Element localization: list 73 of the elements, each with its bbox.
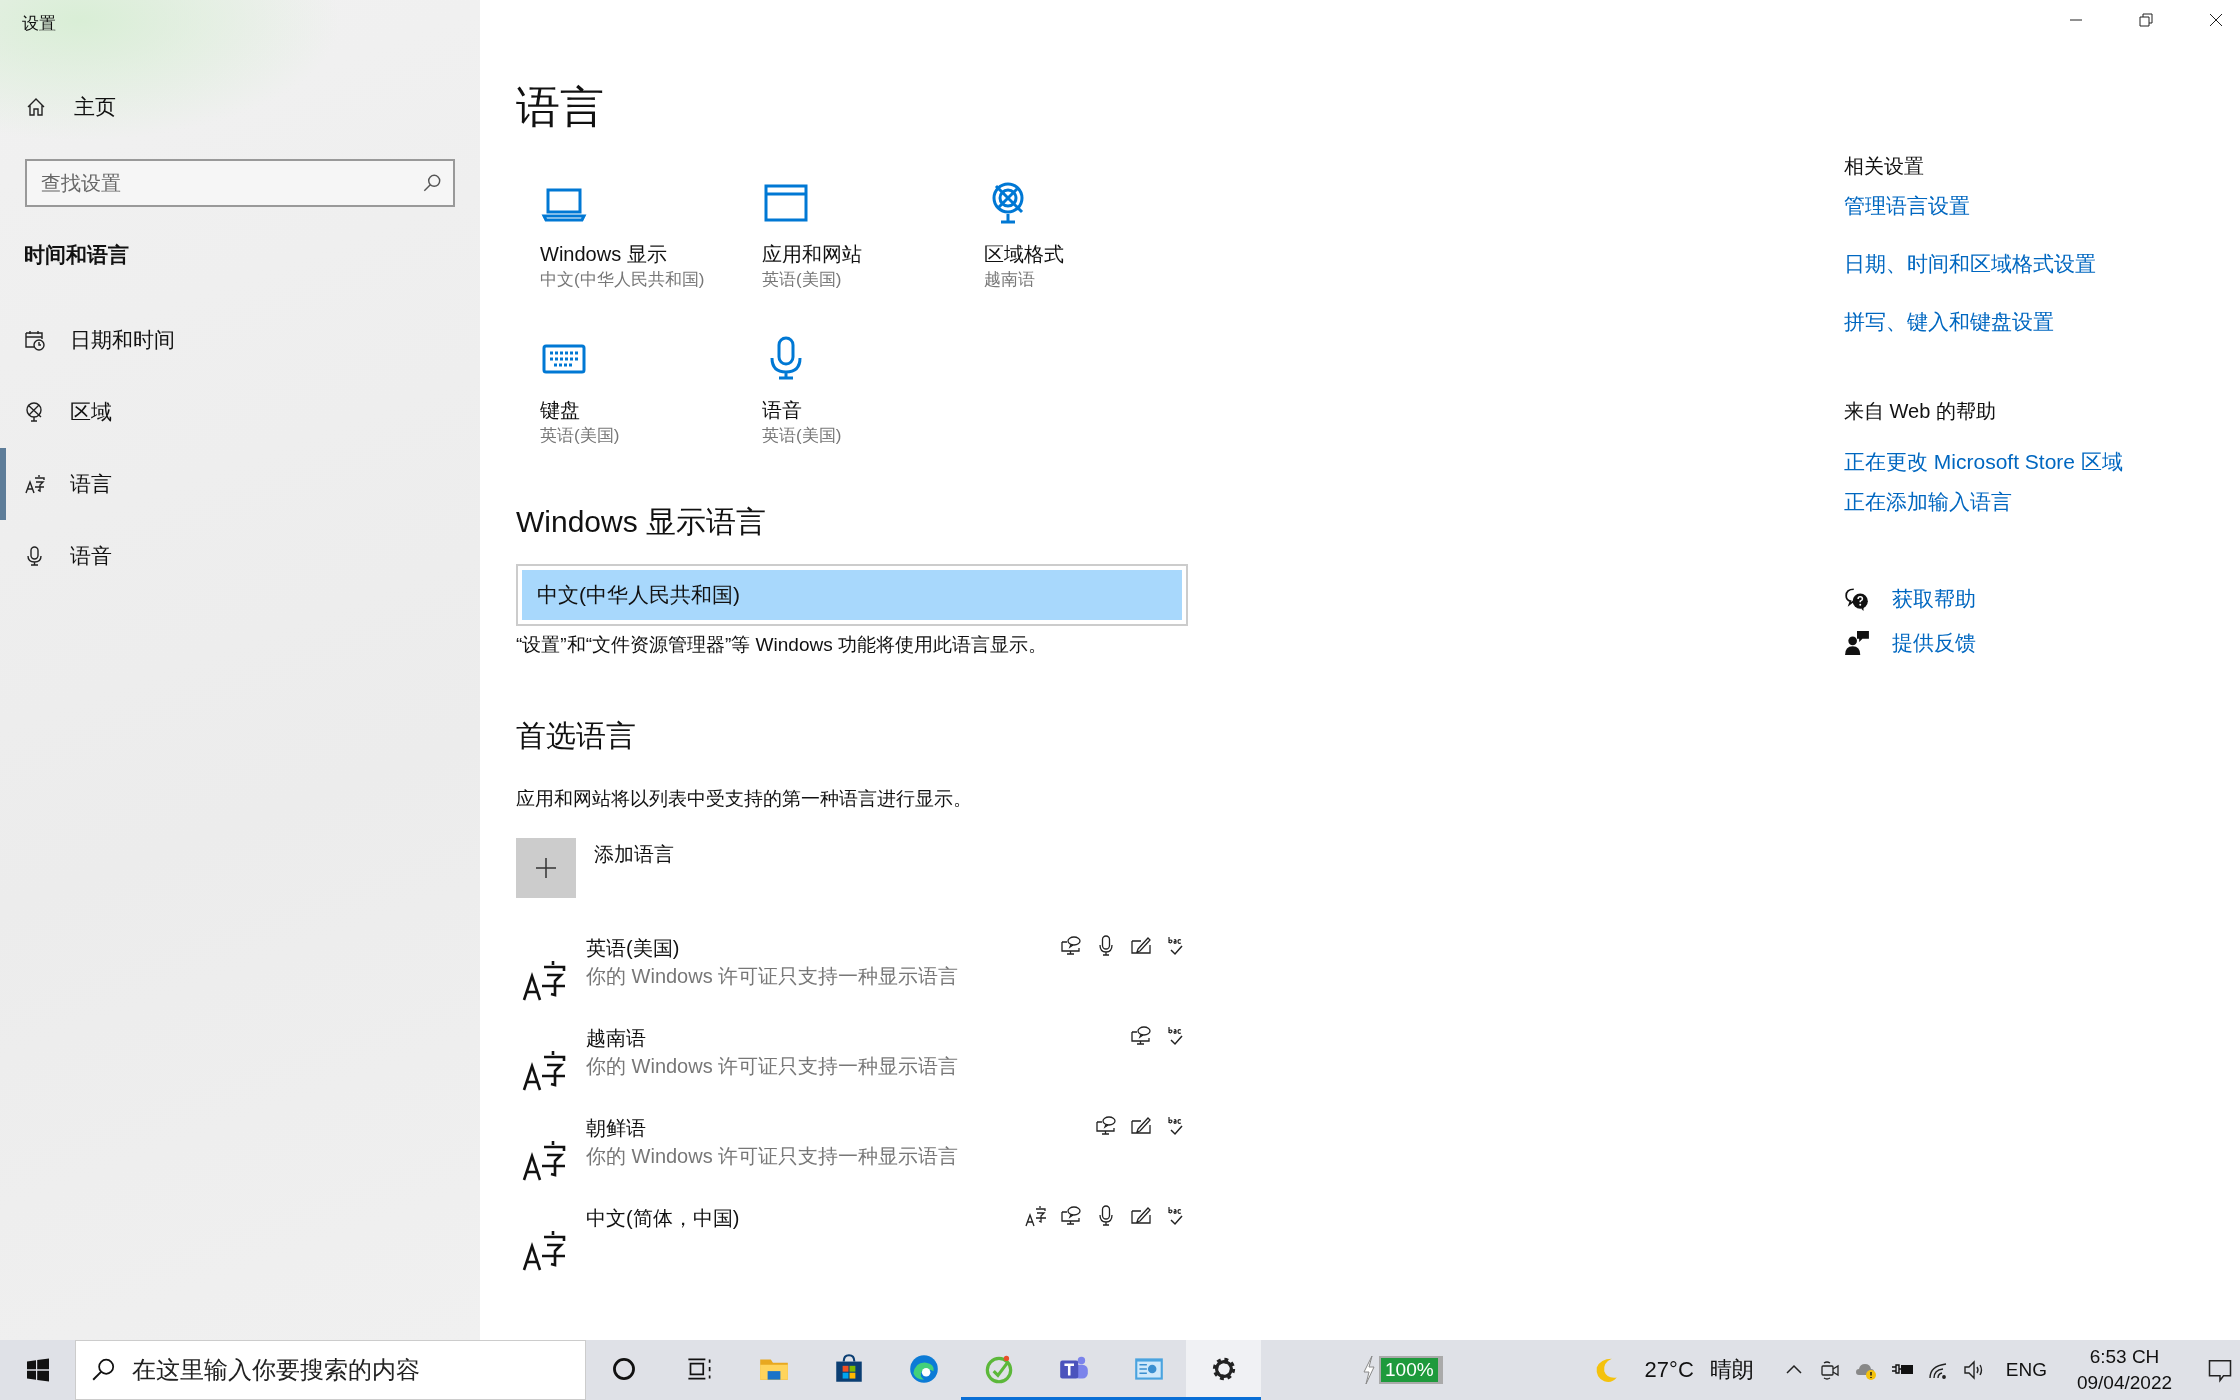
search-field[interactable]: 查找设置 <box>25 159 455 207</box>
input-language[interactable]: ENG <box>2005 1359 2047 1381</box>
language-item[interactable]: 越南语 你的 Windows 许可证只支持一种显示语言 <box>516 1014 1188 1104</box>
tile-label: 区域格式 <box>984 242 1064 267</box>
clock-date[interactable]: 09/04/2022 <box>2076 1370 2173 1396</box>
section-heading: 首选语言 <box>516 718 637 754</box>
tile-value: 英语(美国) <box>762 269 842 291</box>
language-note: 你的 Windows 许可证只支持一种显示语言 <box>586 1054 960 1079</box>
add-language-label[interactable]: 添加语言 <box>594 841 674 868</box>
settings-link[interactable]: 日期、时间和区域格式设置 <box>1844 249 2096 279</box>
language-item[interactable]: 英语(美国) 你的 Windows 许可证只支持一种显示语言 <box>516 924 1188 1014</box>
tile-label: 键盘 <box>540 398 580 423</box>
support-link[interactable]: 获取帮助 <box>1892 585 1976 613</box>
windows-logo-icon <box>25 1358 50 1382</box>
restore-icon[interactable] <box>2136 10 2156 30</box>
tile-value: 越南语 <box>984 269 1035 291</box>
search-icon <box>421 172 443 194</box>
charging-icon <box>1361 1354 1377 1386</box>
tile-value: 英语(美国) <box>540 425 620 447</box>
clock-time[interactable]: 6:53 CH <box>2089 1344 2160 1370</box>
battery-level[interactable]: 100% <box>1379 1356 1443 1384</box>
nav-item[interactable]: 日期和时间 <box>0 304 480 376</box>
settings-link[interactable]: 管理语言设置 <box>1844 191 1970 221</box>
tile-label: 语音 <box>762 398 802 423</box>
tile-label: 应用和网站 <box>762 242 862 267</box>
language-icon <box>24 473 46 495</box>
support-link[interactable]: 提供反馈 <box>1892 629 1976 657</box>
language-name: 英语(美国) <box>586 936 681 961</box>
section-heading: Windows 显示语言 <box>516 504 768 540</box>
nav-item[interactable]: 语音 <box>0 520 480 592</box>
window-title: 设置 <box>21 13 56 35</box>
display-speech-icon <box>1059 1204 1083 1228</box>
display-speech-icon <box>1094 1114 1118 1138</box>
language-icon <box>1024 1204 1048 1228</box>
home-link[interactable]: 主页 <box>26 85 116 129</box>
weather-condition[interactable]: 晴朗 <box>1709 1355 1754 1385</box>
home-icon <box>26 97 46 117</box>
language-icon <box>522 1138 566 1182</box>
settings-icon[interactable] <box>1186 1340 1261 1400</box>
taskbar-search-field[interactable]: 在这里输入你要搜索的内容 <box>75 1340 586 1400</box>
help-link[interactable]: 正在添加输入语言 <box>1844 487 2012 517</box>
language-name: 越南语 <box>586 1026 647 1051</box>
language-icon <box>522 1048 566 1092</box>
language-name: 朝鲜语 <box>586 1116 647 1141</box>
language-icon <box>522 958 566 1002</box>
add-language-button[interactable] <box>516 838 576 898</box>
display-speech-icon <box>1129 1024 1153 1048</box>
language-note: 你的 Windows 许可证只支持一种显示语言 <box>586 1144 960 1169</box>
language-icon <box>522 1228 566 1272</box>
section-title: 时间和语言 <box>24 242 129 268</box>
web-help-heading: 来自 Web 的帮助 <box>1844 399 1996 424</box>
tile-value: 中文(中华人民共和国) <box>540 269 705 291</box>
tile-label: Windows 显示 <box>540 242 667 267</box>
language-name: 中文(简体，中国) <box>586 1206 741 1231</box>
plus-icon <box>534 856 558 880</box>
language-item[interactable]: 中文(简体，中国) <box>516 1194 1188 1284</box>
search-icon <box>91 1357 117 1383</box>
nav-item[interactable]: 区域 <box>0 376 480 448</box>
display-language-note: “设置”和“文件资源管理器”等 Windows 功能将使用此语言显示。 <box>516 633 1048 657</box>
help-bubble-icon <box>1844 586 1870 612</box>
preferred-description: 应用和网站将以列表中受支持的第一种语言进行显示。 <box>516 787 973 811</box>
settings-link[interactable]: 拼写、键入和键盘设置 <box>1844 307 2054 337</box>
language-note: 你的 Windows 许可证只支持一种显示语言 <box>586 964 960 989</box>
tile-value: 英语(美国) <box>762 425 842 447</box>
calendar-clock-icon <box>24 329 46 351</box>
language-item[interactable]: 朝鲜语 你的 Windows 许可证只支持一种显示语言 <box>516 1104 1188 1194</box>
feedback-person-icon <box>1844 630 1870 656</box>
help-link[interactable]: 正在更改 Microsoft Store 区域 <box>1844 447 2123 477</box>
weather-temperature[interactable]: 27°C <box>1644 1357 1694 1383</box>
display-speech-icon <box>1059 934 1083 958</box>
language-dropdown[interactable]: 中文(中华人民共和国) <box>516 564 1188 626</box>
related-settings-heading: 相关设置 <box>1844 154 1924 179</box>
page-title: 语言 <box>516 81 605 133</box>
